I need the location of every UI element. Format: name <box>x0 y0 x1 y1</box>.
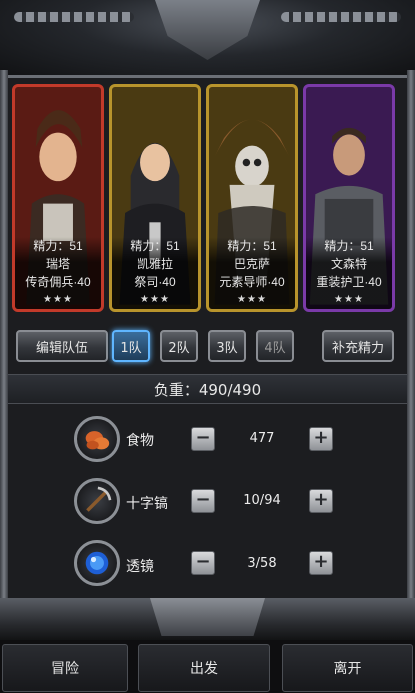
character-class: 重装护卫·40 <box>316 275 382 289</box>
food-icon <box>74 416 120 462</box>
decrease-button[interactable]: − <box>191 489 215 513</box>
team-4-tab[interactable]: 4队 <box>256 330 294 362</box>
character-stats: 精力：51 巴克萨 元素导师·40 ★★★ <box>209 237 295 309</box>
character-stats: 精力：51 瑞塔 传奇佣兵·40 ★★★ <box>15 237 101 309</box>
star-rating: ★★★ <box>140 294 170 305</box>
character-name: 文森特 <box>330 257 367 271</box>
character-class: 祭司·40 <box>134 275 176 289</box>
weight-display: 负重：490/490 <box>8 374 407 404</box>
energy-label: 精力：51 <box>33 239 83 253</box>
energy-label: 精力：51 <box>227 239 277 253</box>
character-class: 传奇佣兵·40 <box>25 275 91 289</box>
character-stats: 精力：51 凯雅拉 祭司·40 ★★★ <box>112 237 198 309</box>
crest-ornament <box>150 598 265 636</box>
crest-ornament <box>155 0 260 60</box>
depart-button[interactable]: 出发 <box>138 644 270 692</box>
character-name: 瑞塔 <box>45 257 70 271</box>
item-name: 透镜 <box>126 559 154 575</box>
character-card[interactable]: 精力：51 文森特 重装护卫·40 ★★★ <box>303 84 395 312</box>
energy-label: 精力：51 <box>130 239 180 253</box>
increase-button[interactable]: + <box>309 551 333 575</box>
chain-decoration <box>14 12 134 22</box>
team-3-tab[interactable]: 3队 <box>208 330 246 362</box>
star-rating: ★★★ <box>43 294 73 305</box>
character-name: 巴克萨 <box>233 257 270 271</box>
edit-team-button[interactable]: 编辑队伍 <box>16 330 108 362</box>
item-name: 十字镐 <box>126 496 168 512</box>
team-2-tab[interactable]: 2队 <box>160 330 198 362</box>
star-rating: ★★★ <box>237 294 267 305</box>
refill-energy-button[interactable]: 补充精力 <box>322 330 394 362</box>
decrease-button[interactable]: − <box>191 551 215 575</box>
chain-decoration <box>281 12 401 22</box>
adventure-button[interactable]: 冒险 <box>2 644 128 692</box>
bottom-frame <box>0 598 415 640</box>
decrease-button[interactable]: − <box>191 427 215 451</box>
right-rail <box>407 70 415 610</box>
lens-icon <box>74 540 120 586</box>
increase-button[interactable]: + <box>309 489 333 513</box>
character-card[interactable]: 精力：51 凯雅拉 祭司·40 ★★★ <box>109 84 201 312</box>
team-1-tab[interactable]: 1队 <box>112 330 150 362</box>
character-stats: 精力：51 文森特 重装护卫·40 ★★★ <box>306 237 392 309</box>
item-name: 食物 <box>126 433 154 449</box>
character-name: 凯雅拉 <box>136 257 173 271</box>
character-card[interactable]: 精力：51 巴克萨 元素导师·40 ★★★ <box>206 84 298 312</box>
leave-button[interactable]: 离开 <box>282 644 413 692</box>
item-quantity: 3/58 <box>247 556 277 571</box>
character-card[interactable]: 精力：51 瑞塔 传奇佣兵·40 ★★★ <box>12 84 104 312</box>
left-rail <box>0 70 8 610</box>
pickaxe-icon <box>74 478 120 524</box>
character-class: 元素导师·40 <box>219 275 285 289</box>
star-rating: ★★★ <box>334 294 364 305</box>
item-quantity: 477 <box>249 431 275 446</box>
top-frame <box>0 0 415 78</box>
increase-button[interactable]: + <box>309 427 333 451</box>
energy-label: 精力：51 <box>324 239 374 253</box>
item-quantity: 10/94 <box>243 493 281 508</box>
